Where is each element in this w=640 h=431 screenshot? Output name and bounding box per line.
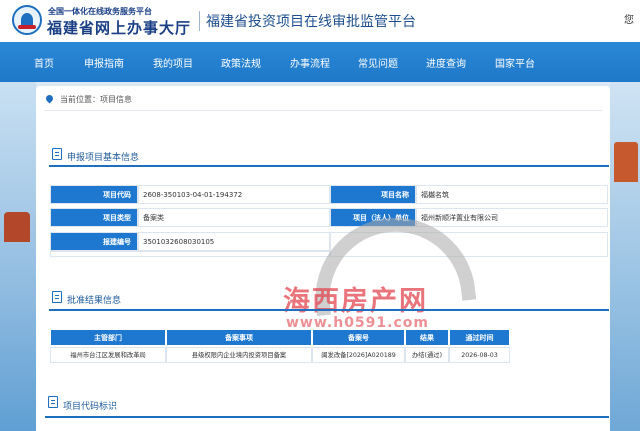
- table-cell-department: 福州市台江区发展和改革局: [50, 347, 166, 363]
- field-label-project-name: 项目名称: [330, 185, 416, 204]
- document-icon: [52, 291, 62, 303]
- breadcrumb-divider: [44, 110, 602, 111]
- table-cell-result: 办结(通过): [405, 347, 449, 363]
- site-header: 全国一体化在线政务服务平台 福建省网上办事大厅 福建省投资项目在线审批监管平台 …: [0, 0, 640, 42]
- user-greeting[interactable]: 您: [624, 11, 634, 26]
- column-header-filing-number: 备案号: [312, 329, 405, 346]
- nav-item-national[interactable]: 国家平台: [495, 55, 535, 70]
- field-label-filing-number: 报建编号: [50, 232, 138, 251]
- logo-title: 福建省网上办事大厅: [47, 19, 192, 37]
- field-value-project-name: 福樾名筑: [416, 185, 608, 204]
- table-cell-filing-item: 县级权限内企业境内投资项目备案: [166, 347, 312, 363]
- field-label-project-type: 项目类型: [50, 208, 138, 227]
- empty-cell: [50, 251, 330, 257]
- nav-item-my-projects[interactable]: 我的项目: [153, 55, 193, 70]
- watermark-text: 海西房产网: [283, 286, 428, 317]
- nav-item-faq[interactable]: 常见问题: [358, 55, 398, 70]
- site-logo[interactable]: 全国一体化在线政务服务平台 福建省网上办事大厅: [10, 3, 200, 39]
- nav-item-home[interactable]: 首页: [34, 55, 54, 70]
- section-title-project-code-mark: 项目代码标识: [63, 402, 118, 412]
- emblem-icon: [12, 5, 42, 35]
- column-header-department: 主管部门: [50, 329, 166, 346]
- column-header-result: 结果: [405, 329, 449, 346]
- field-value-filing-number: 3501032608030105: [138, 232, 330, 251]
- breadcrumb: 当前位置：项目信息: [60, 95, 132, 104]
- field-label-project-code: 项目代码: [50, 185, 138, 204]
- section-underline: [49, 309, 609, 311]
- column-header-pass-date: 通过时间: [449, 329, 510, 346]
- content-card: [36, 86, 610, 431]
- nav-item-policies[interactable]: 政策法规: [221, 55, 261, 70]
- section-underline: [45, 416, 609, 418]
- section-title-approval-results: 批准结果信息: [67, 296, 122, 306]
- logo-subtitle: 全国一体化在线政务服务平台: [48, 7, 152, 16]
- field-value-legal-entity: 福州新顺洋置业有限公司: [416, 208, 608, 227]
- section-title-basic-info: 申报项目基本信息: [67, 153, 140, 163]
- nav-item-progress[interactable]: 进度查询: [426, 55, 466, 70]
- document-icon: [48, 396, 58, 408]
- table-cell-filing-number: 闽发改备[2026]A020189: [312, 347, 405, 363]
- field-value-project-code: 2608-350103-04-01-194372: [138, 185, 330, 204]
- table-cell-pass-date: 2026-08-03: [449, 347, 510, 363]
- section-underline: [49, 165, 609, 167]
- background-scenery-right: [610, 82, 640, 431]
- column-header-filing-item: 备案事项: [166, 329, 312, 346]
- nav-item-guide[interactable]: 申报指南: [84, 55, 124, 70]
- background-scenery-left: [0, 82, 36, 431]
- header-divider: [199, 11, 200, 31]
- platform-title: 福建省投资项目在线审批监管平台: [206, 14, 416, 30]
- field-value-project-type: 备案类: [138, 208, 330, 227]
- nav-item-process[interactable]: 办事流程: [290, 55, 330, 70]
- document-icon: [52, 148, 62, 160]
- main-nav: 首页 申报指南 我的项目 政策法规 办事流程 常见问题 进度查询 国家平台: [0, 42, 640, 82]
